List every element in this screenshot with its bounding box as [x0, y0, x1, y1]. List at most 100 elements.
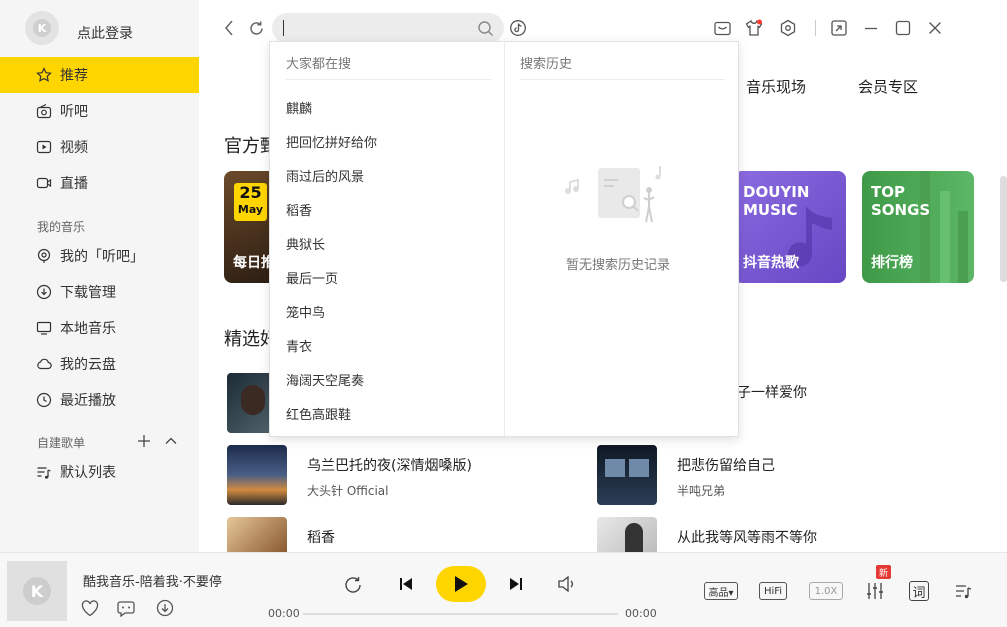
hot-search-item[interactable]: 笼中鸟	[286, 302, 325, 321]
star-icon	[36, 67, 52, 82]
cloud-icon	[37, 358, 52, 370]
lyrics-button[interactable]: 词	[909, 581, 929, 601]
avatar[interactable]: K	[25, 11, 59, 45]
hot-search-item[interactable]: 红色高跟鞋	[286, 404, 351, 423]
refresh-icon[interactable]	[246, 18, 266, 38]
download-icon[interactable]	[155, 598, 175, 618]
next-icon[interactable]	[506, 574, 526, 594]
track-title[interactable]: 酷我音乐-陪着我·不要停	[83, 571, 222, 590]
song-title[interactable]: 稻香	[307, 527, 335, 547]
kuwo-logo-icon: K	[33, 19, 51, 37]
cover-figure	[241, 385, 265, 415]
sidebar-item-local[interactable]: 本地音乐	[0, 310, 199, 346]
date-day: 25	[239, 183, 262, 202]
hot-search-item[interactable]: 雨过后的风景	[286, 166, 364, 185]
date-badge: 25 May	[234, 183, 267, 221]
svg-text:K: K	[31, 582, 44, 601]
hot-search-item[interactable]: 稻香	[286, 200, 312, 219]
sidebar-item-recommend[interactable]: 推荐	[0, 57, 199, 93]
sidebar-item-recent[interactable]: 最近播放	[0, 382, 199, 418]
radio-icon	[36, 103, 52, 119]
hifi-button[interactable]: HiFi	[759, 582, 787, 600]
maximize-icon[interactable]	[894, 19, 912, 37]
back-icon[interactable]	[221, 19, 237, 37]
app-window: K 点此登录 推荐 听吧 视频 直播 我的音乐 我的「听吧」 下载管理 本地音乐…	[0, 0, 1007, 627]
cover-figure	[625, 523, 643, 552]
song-title[interactable]: 子一样爱你	[737, 382, 807, 402]
song-artist[interactable]: 大头针 Official	[307, 482, 388, 499]
album-art[interactable]: K	[7, 561, 67, 621]
song-title[interactable]: 乌兰巴托的夜(深情烟嗓版)	[307, 455, 472, 475]
search-input[interactable]	[272, 13, 504, 43]
close-icon[interactable]	[926, 19, 944, 37]
settings-gear-icon[interactable]	[778, 18, 798, 38]
card-title: TOP SONGS	[871, 183, 931, 219]
login-link[interactable]: 点此登录	[77, 23, 133, 43]
song-cover[interactable]	[227, 445, 287, 505]
card-title: DOUYIN MUSIC	[743, 183, 810, 219]
search-icon[interactable]	[475, 18, 495, 38]
hot-search-item[interactable]: 海阔天空尾奏	[286, 370, 364, 389]
playlist-queue-icon[interactable]	[954, 581, 974, 601]
cover-window	[629, 459, 649, 477]
speed-button[interactable]: 1.0X	[809, 582, 843, 600]
comment-icon[interactable]	[116, 598, 136, 618]
card-label: 抖音热歌	[743, 255, 799, 271]
song-cover[interactable]	[227, 517, 287, 552]
collapse-chevron-icon[interactable]	[163, 433, 179, 449]
quality-select[interactable]: 高品▾	[704, 582, 738, 600]
empty-history-illustration-icon	[565, 166, 661, 223]
hot-search-panel: 大家都在搜 麒麟 把回忆拼好给你 雨过后的风景 稻香 典狱长 最后一页 笼中鸟 …	[270, 42, 505, 436]
heart-icon[interactable]	[80, 598, 100, 618]
sidebar-item-download[interactable]: 下载管理	[0, 274, 199, 310]
song-cover[interactable]	[597, 445, 657, 505]
minimize-icon[interactable]	[862, 19, 880, 37]
tiktok-recognize-icon[interactable]	[508, 18, 528, 38]
sidebar-item-my-tingba[interactable]: 我的「听吧」	[0, 238, 199, 274]
hot-search-item[interactable]: 把回忆拼好给你	[286, 132, 377, 151]
mic-icon	[37, 248, 51, 263]
hot-search-item[interactable]: 麒麟	[286, 98, 312, 117]
progress-bar[interactable]	[303, 613, 618, 615]
sidebar-item-label: 本地音乐	[60, 321, 116, 337]
previous-icon[interactable]	[396, 574, 416, 594]
scrollbar[interactable]	[1000, 176, 1007, 282]
card-douyin-music[interactable]: DOUYIN MUSIC 抖音热歌	[734, 171, 846, 283]
volume-icon[interactable]	[556, 574, 578, 594]
hot-search-item[interactable]: 最后一页	[286, 268, 338, 287]
search-suggestion-dropdown: 大家都在搜 麒麟 把回忆拼好给你 雨过后的风景 稻香 典狱长 最后一页 笼中鸟 …	[269, 41, 739, 437]
stripe	[940, 191, 950, 283]
hot-search-item[interactable]: 青衣	[286, 336, 312, 355]
new-badge: 新	[876, 565, 891, 579]
hot-search-item[interactable]: 典狱长	[286, 234, 325, 253]
sidebar-item-label: 下载管理	[60, 285, 116, 301]
time-total: 00:00	[625, 607, 657, 620]
repeat-icon[interactable]	[342, 574, 364, 596]
mini-mode-icon[interactable]	[830, 19, 848, 37]
equalizer-icon[interactable]	[865, 580, 885, 602]
mail-icon[interactable]	[713, 20, 731, 36]
sidebar-item-live[interactable]: 直播	[0, 165, 199, 201]
sidebar-item-label: 最近播放	[60, 393, 116, 409]
song-artist[interactable]: 半吨兄弟	[677, 482, 725, 499]
tab-vip[interactable]: 会员专区	[858, 76, 918, 97]
divider	[286, 79, 491, 80]
play-button[interactable]	[436, 566, 486, 602]
song-title[interactable]: 把悲伤留给自己	[677, 455, 775, 475]
tab-live-music[interactable]: 音乐现场	[746, 76, 806, 97]
live-icon	[36, 177, 52, 189]
sidebar-item-cloud[interactable]: 我的云盘	[0, 346, 199, 382]
song-title[interactable]: 从此我等风等雨不等你	[677, 527, 817, 547]
play-icon	[455, 576, 468, 592]
card-top-songs[interactable]: TOP SONGS 排行榜	[862, 171, 974, 283]
sidebar-item-default-list[interactable]: 默认列表	[0, 454, 199, 490]
add-playlist-icon[interactable]	[136, 433, 152, 449]
sidebar-item-label: 视频	[60, 140, 88, 156]
sidebar-item-tingba[interactable]: 听吧	[0, 93, 199, 129]
sidebar-item-video[interactable]: 视频	[0, 129, 199, 165]
playlist-section-title: 自建歌单	[37, 436, 86, 450]
video-icon	[36, 140, 52, 154]
song-cover[interactable]	[597, 517, 657, 552]
playlist-icon	[37, 467, 51, 479]
skin-shirt-icon[interactable]	[745, 19, 763, 37]
